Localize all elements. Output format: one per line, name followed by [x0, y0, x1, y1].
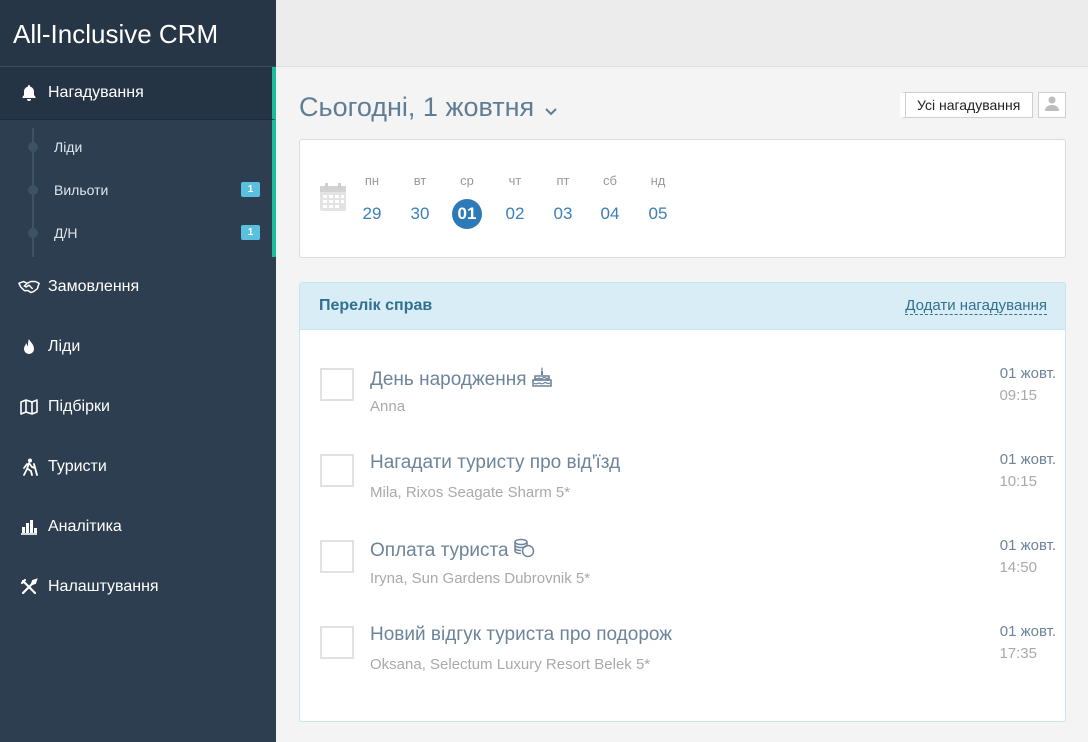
task-title[interactable]: День народження [370, 366, 553, 394]
brand-logo[interactable]: All-Inclusive CRM [0, 0, 276, 67]
handshake-icon [18, 277, 40, 297]
day-number: 29 [362, 204, 382, 223]
sidebar-item-label: Замовлення [48, 278, 140, 295]
sidebar-item-analytics[interactable]: Аналітика [0, 497, 276, 557]
task-subtitle: Anna [370, 398, 406, 415]
weekday-name: вт [413, 173, 427, 188]
sidebar-item-reminders[interactable]: Нагадування [0, 67, 276, 120]
fire-icon [18, 337, 40, 357]
bullet-dot [28, 142, 38, 152]
task-subtitle: Iryna, Sun Gardens Dubrovnik 5* [370, 570, 591, 587]
day-number: 02 [505, 204, 525, 223]
task-row: День народження Anna 01 жовт. 09:15 [300, 330, 1065, 416]
weekday-name: нд [650, 173, 666, 188]
page-title: Сьогодні, 1 жовтня [299, 91, 535, 122]
task-subtitle: Mila, Rixos Seagate Sharm 5* [370, 484, 571, 501]
task-date: 01 жовт. [999, 365, 1056, 382]
task-title[interactable]: Оплата туриста [370, 538, 535, 564]
tasks-panel-header: Перелік справ Додати нагадування [300, 283, 1065, 330]
task-row: Оплата туриста Iryna, Sun Gardens Dubrov… [300, 502, 1065, 588]
subnav-item-label: Д/Н [54, 224, 78, 241]
task-title-text: Новий відгук туриста про подорож [370, 624, 672, 645]
sidebar-item-settings[interactable]: Налаштування [0, 557, 276, 617]
coins-icon [509, 538, 535, 564]
map-icon [18, 397, 40, 417]
all-reminders-button[interactable]: Усі нагадування [900, 92, 1033, 118]
task-title-text: День народження [370, 369, 527, 390]
hiker-icon [18, 457, 40, 477]
date-selector[interactable]: Сьогодні, 1 жовтня [299, 90, 558, 124]
weekday-name: пт [556, 173, 570, 188]
bullet-dot [28, 228, 38, 238]
weekday-name: чт [508, 173, 522, 188]
reminders-subnav: Ліди Вильоти 1 Д/Н 1 [0, 120, 276, 257]
sidebar-item-label: Налаштування [48, 578, 159, 595]
weekday-name: сб [603, 173, 617, 188]
subnav-item-label: Ліди [54, 138, 83, 155]
task-time: 17:35 [999, 645, 1037, 662]
top-bar [276, 0, 1088, 67]
task-checkbox[interactable] [320, 540, 354, 573]
user-icon [1044, 95, 1060, 116]
bar-chart-icon [18, 517, 40, 537]
task-date: 01 жовт. [999, 451, 1056, 468]
calendar-icon [319, 182, 347, 217]
sidebar-item-leads[interactable]: Ліди [0, 317, 276, 377]
task-title[interactable]: Нагадати туристу про від'їзд [370, 452, 620, 474]
sidebar-item-label: Ліди [48, 338, 81, 355]
day-number: 30 [410, 204, 430, 223]
user-filter-button[interactable] [1038, 92, 1066, 118]
count-badge: 1 [241, 225, 260, 240]
task-time: 10:15 [999, 473, 1037, 490]
tools-icon [18, 577, 40, 597]
task-row: Новий відгук туриста про подорож Oksana,… [300, 588, 1065, 674]
subnav-item-leads[interactable]: Ліди [0, 125, 272, 168]
task-title-text: Оплата туриста [370, 540, 509, 561]
sidebar-item-orders[interactable]: Замовлення [0, 257, 276, 317]
cake-icon [527, 366, 553, 394]
sidebar-item-label: Аналітика [48, 518, 122, 535]
subnav-item-label: Вильоти [54, 181, 109, 198]
sidebar-item-label: Туристи [48, 458, 107, 475]
task-title[interactable]: Новий відгук туриста про подорож [370, 624, 672, 646]
subnav-item-birthdays[interactable]: Д/Н 1 [0, 211, 272, 254]
task-checkbox[interactable] [320, 368, 354, 401]
task-subtitle: Oksana, Selectum Luxury Resort Belek 5* [370, 656, 651, 673]
subnav-item-departures[interactable]: Вильоти 1 [0, 168, 272, 211]
count-badge: 1 [241, 182, 260, 197]
task-date: 01 жовт. [999, 623, 1056, 640]
task-row: Нагадати туристу про від'їзд Mila, Rixos… [300, 416, 1065, 502]
bullet-dot [28, 185, 38, 195]
week-calendar: пн 29 вт 30 ср 01 чт 02 пт 03 сб 04 нд 0… [299, 139, 1066, 258]
day-number: 05 [648, 204, 668, 223]
add-reminder-link[interactable]: Додати нагадування [905, 297, 1047, 315]
tasks-title: Перелік справ [319, 297, 433, 314]
day-number: 03 [553, 204, 573, 223]
task-checkbox[interactable] [320, 626, 354, 659]
chevron-down-icon [544, 93, 558, 124]
weekday-name: ср [460, 173, 474, 188]
bell-icon [18, 83, 40, 103]
task-date: 01 жовт. [999, 537, 1056, 554]
sidebar-item-label: Нагадування [48, 84, 144, 101]
tasks-panel: Перелік справ Додати нагадування День на… [299, 282, 1066, 722]
sidebar-item-selections[interactable]: Підбірки [0, 377, 276, 437]
day-number: 01 [452, 199, 482, 229]
task-time: 14:50 [999, 559, 1037, 576]
sidebar: All-Inclusive CRM Нагадування Ліди Вильо… [0, 0, 276, 742]
sidebar-item-tourists[interactable]: Туристи [0, 437, 276, 497]
task-title-text: Нагадати туристу про від'їзд [370, 452, 621, 473]
weekday-name: пн [364, 173, 380, 188]
task-checkbox[interactable] [320, 454, 354, 487]
day-number: 04 [600, 204, 620, 223]
sidebar-item-label: Підбірки [48, 398, 110, 415]
task-time: 09:15 [999, 387, 1037, 404]
